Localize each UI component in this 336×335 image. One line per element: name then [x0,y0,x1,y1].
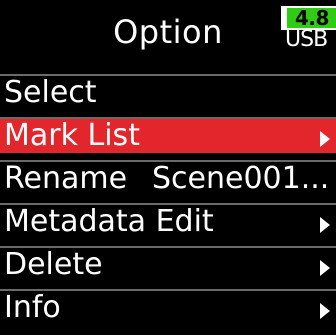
status-indicator: 4.8 USB [281,6,336,52]
menu-item-delete[interactable]: Delete [0,246,336,282]
chevron-right-icon [320,303,330,319]
chevron-right-icon [320,260,330,276]
menu-item-label: Delete [4,247,103,282]
device-screen: Option 4.8 USB Select Mark List Rename S… [0,0,336,335]
menu-item-label: Metadata Edit [4,204,214,239]
menu-item-select[interactable]: Select [0,74,336,110]
menu-item-label: Rename [4,161,128,196]
menu-item-mark-list[interactable]: Mark List [0,117,336,153]
power-source-label: USB [285,27,328,52]
menu-item-metadata-edit[interactable]: Metadata Edit [0,203,336,239]
header: Option 4.8 USB [0,0,336,74]
menu-item-value: Scene001... [152,161,330,196]
menu-item-rename[interactable]: Rename Scene001... [0,160,336,196]
menu-item-label: Select [4,75,97,110]
menu-item-info[interactable]: Info [0,289,336,325]
menu-item-label: Mark List [4,118,140,153]
chevron-right-icon [320,131,330,147]
menu-item-label: Info [4,290,61,325]
chevron-right-icon [320,217,330,233]
